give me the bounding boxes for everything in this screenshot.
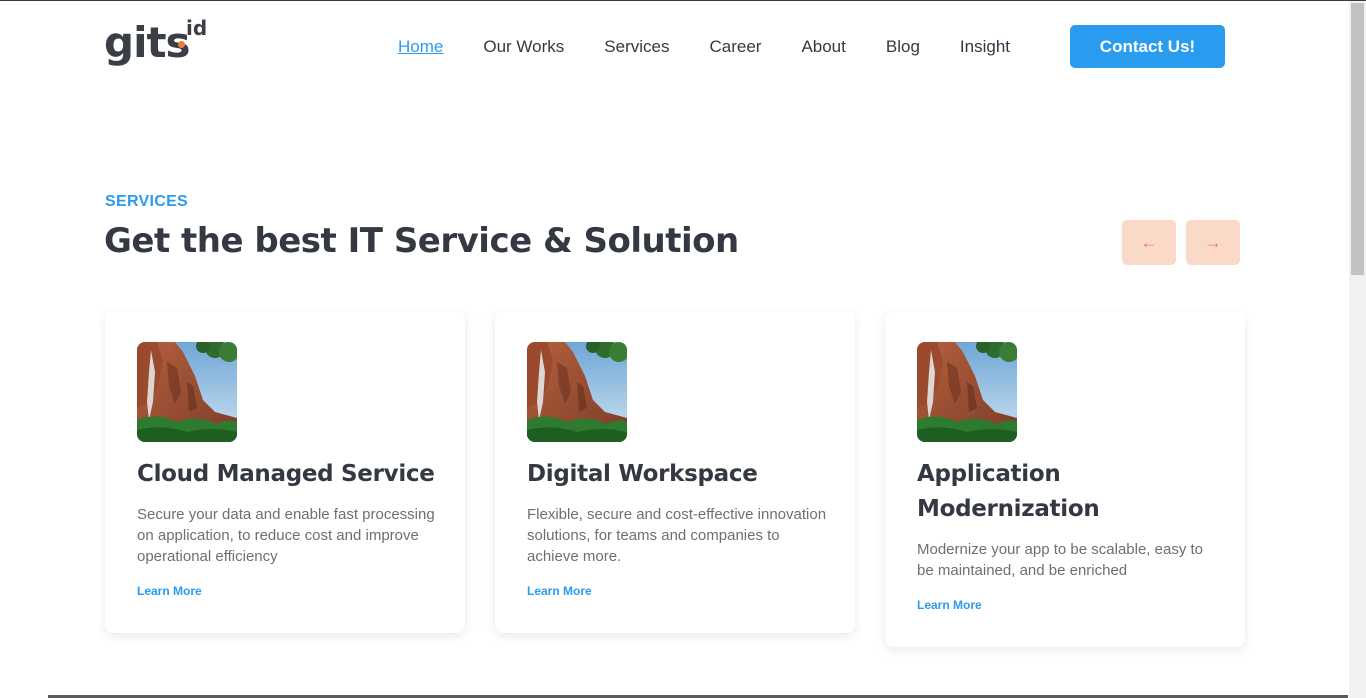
page-scrollbar[interactable] <box>1349 1 1366 698</box>
service-card-title: Cloud Managed Service <box>137 461 435 487</box>
gits-logo[interactable]: gits id <box>104 17 214 69</box>
nav-item-blog[interactable]: Blog <box>886 37 920 57</box>
arrow-right-icon: → <box>1204 232 1222 252</box>
service-card-description: Secure your data and enable fast process… <box>137 506 435 565</box>
service-card-description: Flexible, secure and cost-effective inno… <box>527 506 827 565</box>
service-card-image <box>917 342 1017 442</box>
nav-item-home[interactable]: Home <box>398 37 443 57</box>
logo-wordmark: gits <box>104 18 191 67</box>
nav-item-about[interactable]: About <box>801 37 845 57</box>
scrollbar-thumb[interactable] <box>1351 3 1364 275</box>
service-card-application-modernization: Application Modernization Modernize your… <box>885 311 1245 647</box>
main-nav: Home Our Works Services Career About Blo… <box>398 37 1050 57</box>
logo-dot-icon <box>178 41 185 48</box>
section-eyebrow: SERVICES <box>105 193 189 210</box>
site-header: gits id Home Our Works Services Career A… <box>0 1 1349 91</box>
carousel-prev-button[interactable]: ← <box>1122 220 1176 265</box>
logo-suffix: id <box>186 16 208 40</box>
service-card-description: Modernize your app to be scalable, easy … <box>917 541 1204 579</box>
learn-more-link[interactable]: Learn More <box>137 584 202 598</box>
nav-item-services[interactable]: Services <box>604 37 669 57</box>
learn-more-link[interactable]: Learn More <box>917 598 982 612</box>
contact-us-button[interactable]: Contact Us! <box>1070 25 1225 68</box>
nav-item-career[interactable]: Career <box>709 37 761 57</box>
service-card-digital-workspace: Digital Workspace Flexible, secure and c… <box>495 311 855 633</box>
nav-item-insight[interactable]: Insight <box>960 37 1010 57</box>
service-card-cloud-managed: Cloud Managed Service Secure your data a… <box>105 311 465 633</box>
service-card-image <box>137 342 237 442</box>
service-card-title: Application Modernization <box>917 461 1100 522</box>
service-card-image <box>527 342 627 442</box>
learn-more-link[interactable]: Learn More <box>527 584 592 598</box>
section-title: Get the best IT Service & Solution <box>104 221 739 261</box>
nav-item-our-works[interactable]: Our Works <box>483 37 564 57</box>
service-card-title: Digital Workspace <box>527 461 758 487</box>
arrow-left-icon: ← <box>1140 232 1158 252</box>
carousel-next-button[interactable]: → <box>1186 220 1240 265</box>
